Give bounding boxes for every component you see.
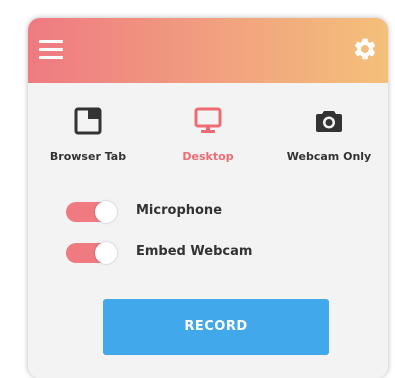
desktop-monitor-icon — [194, 107, 222, 133]
mode-desktop[interactable]: Desktop — [153, 106, 263, 172]
embed-webcam-toggle[interactable] — [66, 242, 117, 264]
browser-tab-icon — [74, 107, 102, 135]
toggle-knob — [95, 201, 117, 223]
mode-desktop-label: Desktop — [182, 150, 234, 163]
gear-icon — [354, 38, 376, 60]
header-bar — [28, 18, 388, 83]
embed-webcam-label: Embed Webcam — [136, 244, 253, 259]
mode-browser-tab[interactable]: Browser Tab — [33, 106, 143, 172]
mode-webcam-only-label: Webcam Only — [286, 150, 372, 163]
camera-icon — [316, 111, 342, 132]
menu-button[interactable] — [37, 37, 65, 63]
microphone-label: Microphone — [136, 203, 223, 218]
microphone-toggle[interactable] — [66, 201, 117, 223]
record-button[interactable]: RECORD — [103, 299, 329, 355]
capture-mode-selector: Browser Tab Desktop Webcam Only — [28, 106, 388, 176]
recorder-popup: Browser Tab Desktop Webcam Only Micropho… — [28, 18, 388, 378]
toggle-knob — [95, 242, 117, 264]
mode-webcam-only[interactable]: Webcam Only — [274, 106, 384, 172]
settings-button[interactable] — [352, 36, 378, 62]
mode-browser-tab-label: Browser Tab — [49, 150, 127, 163]
